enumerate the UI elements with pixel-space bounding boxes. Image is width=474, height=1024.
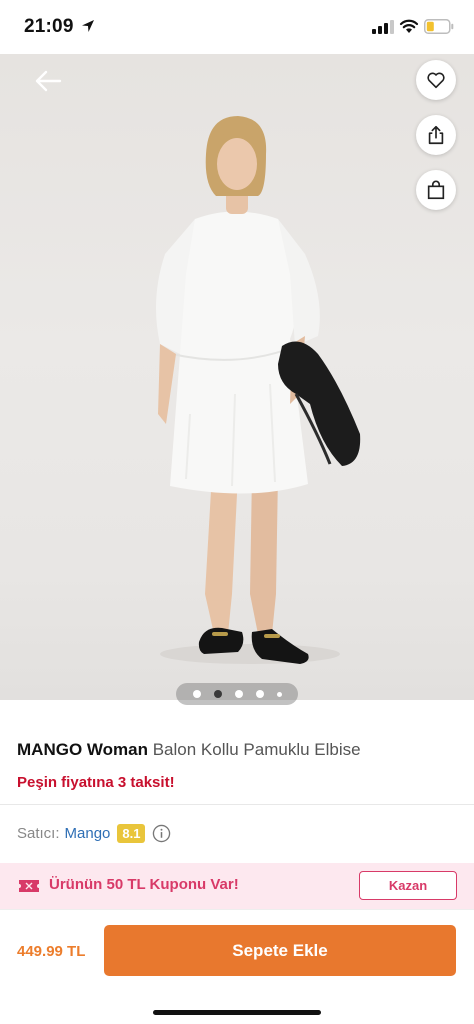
signal-icon [372, 20, 394, 34]
heart-icon [427, 72, 445, 89]
gallery-dot[interactable] [255, 690, 264, 698]
gallery-dot[interactable] [234, 690, 243, 698]
seller-row: Satıcı: Mango 8.1 [17, 822, 171, 844]
gallery-dot[interactable] [192, 690, 201, 698]
share-button[interactable] [416, 115, 456, 155]
product-name: Balon Kollu Pamuklu Elbise [147, 740, 361, 759]
wifi-icon [399, 19, 419, 33]
favorite-button[interactable] [416, 60, 456, 100]
battery-icon [424, 19, 454, 34]
back-button[interactable] [28, 66, 68, 96]
product-brand[interactable]: MANGO Woman [17, 740, 148, 759]
product-photo [156, 116, 361, 664]
seller-rating-badge: 8.1 [117, 823, 146, 843]
seller-link[interactable]: Mango [65, 825, 111, 842]
cart-shortcut-button[interactable] [416, 170, 456, 210]
share-icon [428, 125, 444, 145]
coupon-text: Ürünün 50 TL Kuponu Var! [49, 876, 239, 893]
arrow-left-icon [35, 70, 62, 92]
divider [0, 804, 474, 805]
gallery-dot-active[interactable] [213, 690, 222, 698]
seller-label: Satıcı: [17, 824, 60, 842]
info-circle-icon[interactable] [152, 824, 171, 843]
product-detail-screen: 21:09 MANGO Woman Balon Kollu Pamuklu El… [0, 0, 474, 1024]
product-title: MANGO Woman Balon Kollu Pamuklu Elbise [17, 740, 361, 760]
shopping-bag-icon [427, 180, 445, 200]
product-price: 449.99 TL [17, 943, 86, 960]
status-time: 21:09 [24, 16, 74, 37]
gallery-dot[interactable] [276, 691, 282, 697]
product-image-gallery[interactable] [0, 54, 474, 700]
checkout-bar: 449.99 TL Sepete Ekle [0, 909, 474, 1024]
claim-coupon-button[interactable]: Kazan [359, 871, 457, 900]
installment-note: Peşin fiyatına 3 taksit! [17, 774, 175, 791]
gallery-pagination[interactable] [176, 683, 298, 705]
coupon-banner: Ürünün 50 TL Kuponu Var! Kazan [0, 863, 474, 909]
home-indicator[interactable] [153, 1010, 321, 1015]
location-arrow-icon [82, 20, 94, 32]
add-to-cart-button[interactable]: Sepete Ekle [104, 925, 456, 976]
ticket-icon [19, 880, 39, 892]
status-bar: 21:09 [0, 0, 474, 54]
